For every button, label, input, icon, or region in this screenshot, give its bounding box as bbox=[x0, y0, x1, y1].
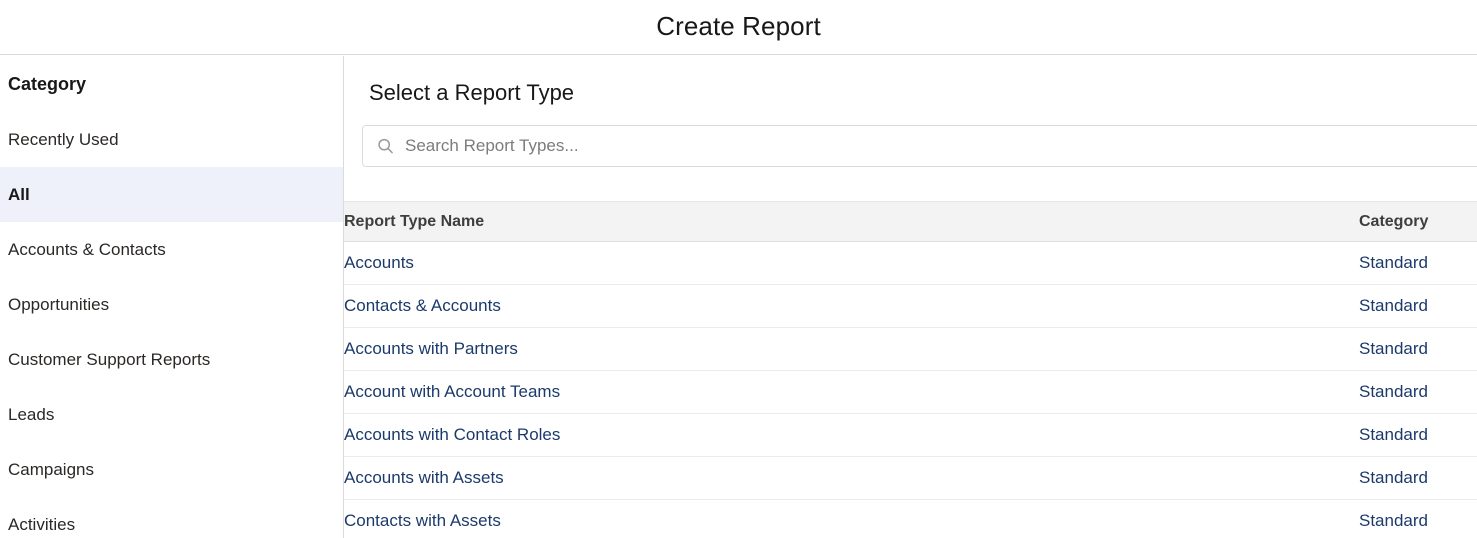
report-type-category: Standard bbox=[1359, 499, 1477, 538]
table-row[interactable]: Contacts with Assets Standard bbox=[344, 499, 1477, 538]
search-input[interactable] bbox=[363, 126, 1477, 166]
table-row[interactable]: Accounts Standard bbox=[344, 241, 1477, 285]
create-report-dialog: Create Report Category Recently Used All… bbox=[0, 0, 1477, 538]
sidebar-item-recently-used[interactable]: Recently Used bbox=[0, 112, 343, 167]
report-type-category: Standard bbox=[1359, 241, 1477, 285]
report-type-category: Standard bbox=[1359, 413, 1477, 457]
report-types-table-container[interactable]: Report Type Name Category Accounts Stand… bbox=[344, 201, 1477, 538]
report-type-link[interactable]: Contacts & Accounts bbox=[344, 296, 501, 315]
search-box[interactable] bbox=[362, 125, 1477, 167]
category-sidebar: Category Recently Used All Accounts & Co… bbox=[0, 56, 344, 538]
table-row[interactable]: Contacts & Accounts Standard bbox=[344, 284, 1477, 328]
table-row[interactable]: Account with Account Teams Standard bbox=[344, 370, 1477, 414]
column-header-category[interactable]: Category bbox=[1359, 201, 1477, 242]
report-type-link[interactable]: Accounts with Assets bbox=[344, 468, 504, 487]
table-body: Accounts Standard Contacts & Accounts St… bbox=[344, 241, 1477, 538]
sidebar-item-opportunities[interactable]: Opportunities bbox=[0, 277, 343, 332]
dialog-titlebar: Create Report bbox=[0, 0, 1477, 55]
select-report-type-heading: Select a Report Type bbox=[369, 80, 575, 105]
report-type-category: Standard bbox=[1359, 370, 1477, 414]
sidebar-item-all[interactable]: All bbox=[0, 167, 343, 222]
report-type-category: Standard bbox=[1359, 456, 1477, 500]
search-area bbox=[344, 104, 1477, 169]
report-type-link[interactable]: Account with Account Teams bbox=[344, 382, 560, 401]
sidebar-item-accounts-and-contacts[interactable]: Accounts & Contacts bbox=[0, 222, 343, 277]
table-header-row: Report Type Name Category bbox=[344, 201, 1477, 242]
sidebar-item-leads[interactable]: Leads bbox=[0, 387, 343, 442]
table-row[interactable]: Accounts with Partners Standard bbox=[344, 327, 1477, 371]
report-type-category: Standard bbox=[1359, 327, 1477, 371]
table-row[interactable]: Accounts with Contact Roles Standard bbox=[344, 413, 1477, 457]
search-icon bbox=[377, 138, 394, 155]
category-list: Recently Used All Accounts & Contacts Op… bbox=[0, 112, 343, 538]
column-header-report-type-name[interactable]: Report Type Name bbox=[344, 201, 1359, 242]
report-types-table: Report Type Name Category Accounts Stand… bbox=[344, 201, 1477, 538]
sidebar-item-campaigns[interactable]: Campaigns bbox=[0, 442, 343, 497]
sidebar-item-customer-support-reports[interactable]: Customer Support Reports bbox=[0, 332, 343, 387]
report-type-category: Standard bbox=[1359, 284, 1477, 328]
report-type-link[interactable]: Accounts with Partners bbox=[344, 339, 518, 358]
report-type-link[interactable]: Contacts with Assets bbox=[344, 511, 501, 530]
sidebar-heading: Category bbox=[8, 73, 87, 94]
report-type-link[interactable]: Accounts with Contact Roles bbox=[344, 425, 560, 444]
sidebar-item-activities[interactable]: Activities bbox=[0, 497, 343, 538]
table-row[interactable]: Accounts with Assets Standard bbox=[344, 456, 1477, 500]
page-title: Create Report bbox=[656, 11, 821, 41]
report-type-panel: Select a Report Type Search Report Types… bbox=[344, 56, 1477, 538]
report-type-link[interactable]: Accounts bbox=[344, 253, 414, 272]
dialog-body: Category Recently Used All Accounts & Co… bbox=[0, 56, 1477, 538]
table-header: Report Type Name Category bbox=[344, 201, 1477, 242]
